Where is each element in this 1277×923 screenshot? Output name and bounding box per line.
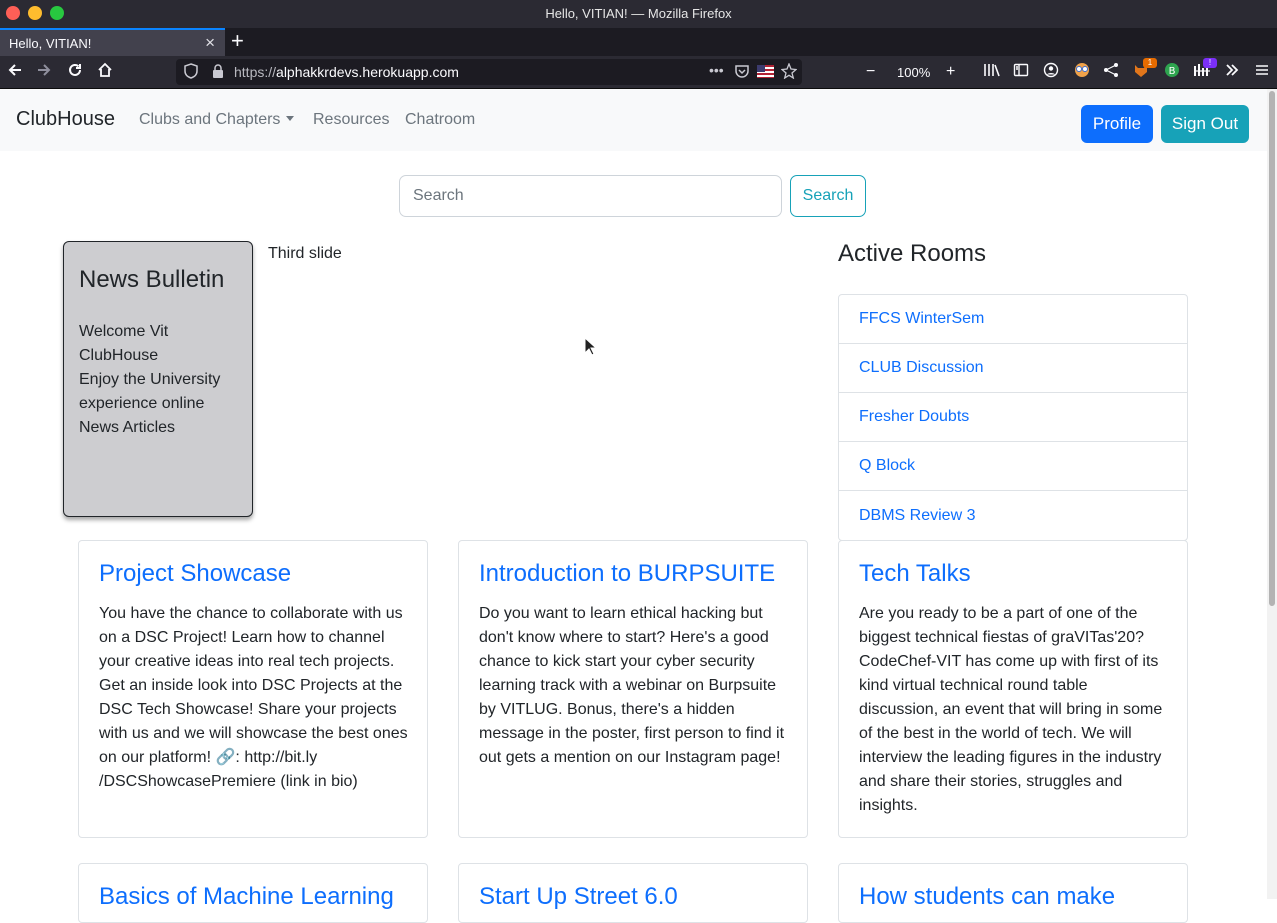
home-icon[interactable] — [96, 61, 114, 84]
share-nodes-icon[interactable] — [1102, 62, 1120, 84]
signout-button[interactable]: Sign Out — [1161, 105, 1249, 143]
window-titlebar: Hello, VITIAN! — Mozilla Firefox — [0, 0, 1277, 28]
bulletin-line: Enjoy the University experience online — [79, 371, 221, 412]
sidebar-icon[interactable] — [1013, 62, 1029, 84]
tab-close-icon[interactable]: × — [205, 33, 215, 53]
url-host: alphakkrdevs.herokuapp.com — [276, 64, 459, 80]
profile-button[interactable]: Profile — [1081, 105, 1153, 143]
room-link[interactable]: Fresher Doubts — [839, 393, 1187, 442]
event-card: Tech Talks Are you ready to be a part of… — [838, 540, 1188, 838]
room-link[interactable]: Q Block — [839, 442, 1187, 491]
hamburger-menu-icon[interactable] — [1254, 62, 1270, 84]
card-text: You have the chance to collaborate with … — [99, 605, 408, 790]
carousel-slide-caption[interactable]: Third slide — [268, 245, 342, 263]
overflow-chevrons-icon[interactable] — [1224, 62, 1240, 84]
nav-clubs-dropdown[interactable]: Clubs and Chapters — [139, 111, 295, 129]
card-title[interactable]: Basics of Machine Learning — [99, 883, 394, 911]
library-icon[interactable] — [983, 62, 1001, 84]
url-scheme: https:// — [234, 64, 277, 80]
event-card: Basics of Machine Learning — [78, 863, 428, 923]
zoom-level[interactable]: 100% — [897, 65, 930, 80]
event-card: Project Showcase You have the chance to … — [78, 540, 428, 838]
nav-resources[interactable]: Resources — [313, 111, 389, 129]
address-bar[interactable]: https://alphakkrdevs.herokuapp.com ••• — [176, 59, 802, 85]
us-flag-icon[interactable] — [757, 65, 774, 81]
room-link[interactable]: FFCS WinterSem — [839, 295, 1187, 344]
url-text[interactable]: https://alphakkrdevs.herokuapp.com — [234, 64, 459, 80]
tab-strip: Hello, VITIAN! × + — [0, 28, 1277, 56]
caret-down-icon — [286, 115, 295, 121]
bulletin-lines: Welcome Vit ClubHouse Enjoy the Universi… — [79, 320, 249, 440]
bookmark-star-icon[interactable] — [780, 62, 798, 82]
event-card: Introduction to BURPSUITE Do you want to… — [458, 540, 808, 838]
active-rooms-title: Active Rooms — [838, 240, 987, 267]
zoom-in-icon[interactable]: + — [946, 62, 955, 82]
bulletin-title: News Bulletin — [79, 266, 225, 293]
news-bulletin-card: News Bulletin Welcome Vit ClubHouse Enjo… — [63, 241, 253, 517]
scrollbar-thumb[interactable] — [1269, 91, 1275, 606]
nav-chatroom[interactable]: Chatroom — [405, 111, 475, 129]
back-arrow-icon[interactable] — [6, 61, 24, 84]
glasses-extension-icon[interactable] — [1073, 62, 1091, 84]
event-card: How students can make — [838, 863, 1188, 923]
card-title[interactable]: Project Showcase — [99, 560, 291, 588]
card-text: Do you want to learn ethical hacking but… — [479, 605, 785, 766]
card-title[interactable]: Tech Talks — [859, 560, 971, 588]
extension-badge: 1 — [1143, 58, 1157, 68]
tab-title: Hello, VITIAN! — [9, 36, 92, 51]
site-navbar: ClubHouse Clubs and Chapters Resources C… — [0, 89, 1267, 151]
nav-clubs-label: Clubs and Chapters — [139, 111, 281, 128]
active-rooms-list: FFCS WinterSem CLUB Discussion Fresher D… — [838, 294, 1188, 541]
search-input[interactable] — [399, 175, 782, 217]
new-tab-icon[interactable]: + — [231, 29, 244, 53]
card-text: Are you ready to be a part of one of the… — [859, 605, 1163, 814]
event-card: Start Up Street 6.0 — [458, 863, 808, 923]
svg-text:B: B — [1169, 66, 1176, 77]
bulletin-line: Welcome Vit ClubHouse — [79, 323, 169, 364]
extension-badge-alert: ! — [1203, 58, 1217, 68]
lock-icon[interactable] — [212, 63, 224, 82]
b-extension-icon[interactable]: B — [1164, 62, 1180, 84]
browser-toolbar: https://alphakkrdevs.herokuapp.com ••• −… — [0, 56, 1277, 89]
browser-tab[interactable]: Hello, VITIAN! × — [0, 28, 225, 56]
window-title: Hello, VITIAN! — Mozilla Firefox — [545, 6, 732, 21]
card-title[interactable]: Introduction to BURPSUITE — [479, 560, 775, 588]
account-icon[interactable] — [1043, 62, 1059, 84]
search-button[interactable]: Search — [790, 175, 866, 217]
reload-icon[interactable] — [66, 61, 84, 84]
page-scrollbar[interactable] — [1267, 89, 1277, 899]
zoom-out-icon[interactable]: − — [866, 62, 875, 82]
room-link[interactable]: CLUB Discussion — [839, 344, 1187, 393]
shield-icon[interactable] — [184, 63, 198, 82]
bulletin-line: News Articles — [79, 419, 176, 436]
page-content: ClubHouse Clubs and Chapters Resources C… — [0, 89, 1267, 923]
forward-arrow-icon[interactable] — [35, 61, 53, 84]
card-title[interactable]: Start Up Street 6.0 — [479, 883, 678, 911]
room-link[interactable]: DBMS Review 3 — [839, 491, 1187, 540]
card-title[interactable]: How students can make — [859, 883, 1115, 911]
pocket-icon[interactable] — [734, 63, 750, 82]
site-brand[interactable]: ClubHouse — [16, 108, 115, 131]
page-actions-icon[interactable]: ••• — [709, 62, 724, 78]
